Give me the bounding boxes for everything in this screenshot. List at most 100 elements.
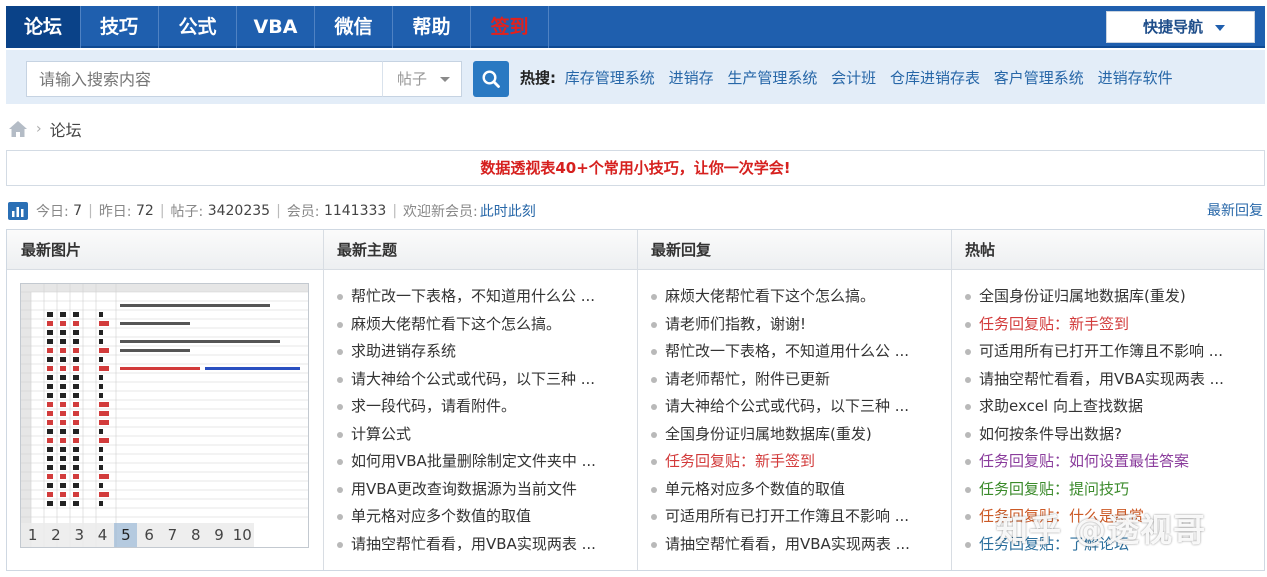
list-item[interactable]: 帮忙改一下表格，不知道用什么公 ... [651, 338, 931, 366]
list-item[interactable]: 帮忙改一下表格，不知道用什么公 ... [337, 283, 617, 311]
hot-search-link[interactable]: 会计班 [831, 69, 876, 87]
hot-post-link[interactable]: 求助excel 向上查找数据 [979, 397, 1143, 415]
list-item[interactable]: 用VBA更改查询数据源为当前文件 [337, 476, 617, 504]
list-item[interactable]: 可适用所有已打开工作簿且不影响 ... [651, 503, 931, 531]
topic-link[interactable]: 计算公式 [351, 425, 411, 443]
pager-item[interactable]: 10 [230, 523, 254, 547]
list-item[interactable]: 如何按条件导出数据? [965, 421, 1255, 449]
list-item[interactable]: 麻烦大佬帮忙看下这个怎么搞。 [337, 311, 617, 339]
list-item[interactable]: 单元格对应多个数值的取值 [337, 503, 617, 531]
hot-post-link[interactable]: 任务回复贴：提问技巧 [979, 480, 1129, 498]
reply-link[interactable]: 任务回复贴：新手签到 [665, 452, 815, 470]
list-item[interactable]: 任务回复贴：如何设置最佳答案 [965, 448, 1255, 476]
list-item[interactable]: 求一段代码，请看附件。 [337, 393, 617, 421]
list-item[interactable]: 计算公式 [337, 421, 617, 449]
list-item[interactable]: 求助进销存系统 [337, 338, 617, 366]
reply-link[interactable]: 帮忙改一下表格，不知道用什么公 ... [665, 342, 909, 360]
bullet-icon [651, 514, 657, 520]
pager-item[interactable]: 2 [44, 523, 68, 547]
list-item[interactable]: 任务回复贴：提问技巧 [965, 476, 1255, 504]
list-item[interactable]: 请老师帮忙，附件已更新 [651, 366, 931, 394]
bullet-icon [651, 376, 657, 383]
list-item[interactable]: 单元格对应多个数值的取值 [651, 476, 931, 504]
nav-tab-signin[interactable]: 签到 [471, 6, 548, 48]
bullet-icon [337, 376, 343, 383]
quick-nav-button[interactable]: 快捷导航 [1106, 11, 1255, 43]
hot-search-link[interactable]: 仓库进销存表 [890, 69, 980, 87]
hot-search-link[interactable]: 进销存 [669, 69, 714, 87]
reply-link[interactable]: 全国身份证归属地数据库(重发) [665, 425, 872, 443]
bullet-icon [651, 486, 657, 493]
home-icon[interactable] [8, 120, 28, 138]
topic-link[interactable]: 用VBA更改查询数据源为当前文件 [351, 480, 577, 498]
bullet-icon [337, 486, 343, 493]
topic-link[interactable]: 请抽空帮忙看看，用VBA实现两表 ... [351, 535, 596, 553]
hot-post-link[interactable]: 任务回复贴：如何设置最佳答案 [979, 452, 1189, 470]
topic-link[interactable]: 单元格对应多个数值的取值 [351, 507, 531, 525]
list-item[interactable]: 全国身份证归属地数据库(重发) [651, 421, 931, 449]
reply-link[interactable]: 麻烦大佬帮忙看下这个怎么搞。 [665, 287, 875, 305]
announcement-banner[interactable]: 数据透视表40+个常用小技巧，让你一次学会! [6, 150, 1265, 186]
pager-item[interactable]: 3 [67, 523, 91, 547]
nav-tab-forum[interactable]: 论坛 [6, 6, 80, 48]
hot-post-link[interactable]: 可适用所有已打开工作簿且不影响 ... [979, 342, 1223, 360]
list-item[interactable]: 可适用所有已打开工作簿且不影响 ... [965, 338, 1255, 366]
hot-post-link[interactable]: 全国身份证归属地数据库(重发) [979, 287, 1186, 305]
latest-image-thumbnail[interactable]: 1 2 3 4 5 6 7 8 9 10 [20, 283, 309, 548]
list-item[interactable]: 请老师们指教，谢谢! [651, 311, 931, 339]
reply-link[interactable]: 可适用所有已打开工作簿且不影响 ... [665, 507, 909, 525]
list-item[interactable]: 求助excel 向上查找数据 [965, 393, 1255, 421]
pager-item[interactable]: 8 [184, 523, 208, 547]
nav-tab-vba[interactable]: VBA [237, 6, 314, 48]
bullet-icon [651, 294, 657, 300]
list-item[interactable]: 请大神给个公式或代码，以下三种 ... [651, 393, 931, 421]
search-button[interactable] [473, 61, 509, 97]
banner-text[interactable]: 数据透视表40+个常用小技巧，让你一次学会! [480, 159, 790, 177]
pager-item[interactable]: 1 [21, 523, 45, 547]
topic-link[interactable]: 求助进销存系统 [351, 342, 456, 360]
list-item[interactable]: 麻烦大佬帮忙看下这个怎么搞。 [651, 283, 931, 311]
list-item[interactable]: 请大神给个公式或代码，以下三种 ... [337, 366, 617, 394]
hot-post-link[interactable]: 如何按条件导出数据? [979, 425, 1122, 443]
reply-link[interactable]: 单元格对应多个数值的取值 [665, 480, 845, 498]
pager-item[interactable]: 7 [160, 523, 185, 547]
hot-post-link[interactable]: 任务回复贴：新手签到 [979, 315, 1129, 333]
bullet-icon [965, 321, 971, 328]
list-item[interactable]: 请抽空帮忙看看，用VBA实现两表 ... [337, 531, 617, 559]
hot-search-link[interactable]: 进销存软件 [1098, 69, 1173, 87]
topic-link[interactable]: 请大神给个公式或代码，以下三种 ... [351, 370, 595, 388]
breadcrumb-current[interactable]: 论坛 [50, 117, 82, 141]
pager-item[interactable]: 4 [90, 523, 115, 547]
list-item[interactable]: 请抽空帮忙看看，用VBA实现两表 ... [651, 531, 931, 559]
list-item[interactable]: 任务回复贴：新手签到 [965, 311, 1255, 339]
reply-link[interactable]: 请老师们指教，谢谢! [665, 315, 806, 333]
reply-link[interactable]: 请老师帮忙，附件已更新 [665, 370, 830, 388]
search-type-select[interactable]: 帖子 [382, 61, 462, 97]
hot-search-link[interactable]: 生产管理系统 [727, 69, 817, 87]
pager-item[interactable]: 9 [207, 523, 231, 547]
pager-item-active[interactable]: 5 [114, 523, 138, 547]
nav-tab-help[interactable]: 帮助 [393, 6, 470, 48]
topic-link[interactable]: 求一段代码，请看附件。 [351, 397, 516, 415]
nav-tab-wechat[interactable]: 微信 [315, 6, 392, 48]
bar-chart-icon [8, 202, 28, 220]
nav-tab-formula[interactable]: 公式 [159, 6, 236, 48]
search-input[interactable] [26, 61, 386, 97]
chevron-right-icon: › [36, 121, 42, 137]
hot-search-link[interactable]: 客户管理系统 [994, 69, 1084, 87]
list-item[interactable]: 全国身份证归属地数据库(重发) [965, 283, 1255, 311]
topic-link[interactable]: 如何用VBA批量删除制定文件夹中 ... [351, 452, 596, 470]
topic-link[interactable]: 麻烦大佬帮忙看下这个怎么搞。 [351, 315, 561, 333]
list-item[interactable]: 如何用VBA批量删除制定文件夹中 ... [337, 448, 617, 476]
list-item[interactable]: 请抽空帮忙看看，用VBA实现两表 ... [965, 366, 1255, 394]
nav-tab-tips[interactable]: 技巧 [81, 6, 157, 48]
pager-item[interactable]: 6 [137, 523, 161, 547]
latest-replies-link[interactable]: 最新回复 [1207, 200, 1263, 222]
hot-search-link[interactable]: 库存管理系统 [565, 69, 655, 87]
reply-link[interactable]: 请抽空帮忙看看，用VBA实现两表 ... [665, 535, 910, 553]
list-item[interactable]: 任务回复贴：新手签到 [651, 448, 931, 476]
hot-post-link[interactable]: 请抽空帮忙看看，用VBA实现两表 ... [979, 370, 1224, 388]
topic-link[interactable]: 帮忙改一下表格，不知道用什么公 ... [351, 287, 595, 305]
reply-link[interactable]: 请大神给个公式或代码，以下三种 ... [665, 397, 909, 415]
newest-member-link[interactable]: 此时此刻 [480, 201, 536, 221]
